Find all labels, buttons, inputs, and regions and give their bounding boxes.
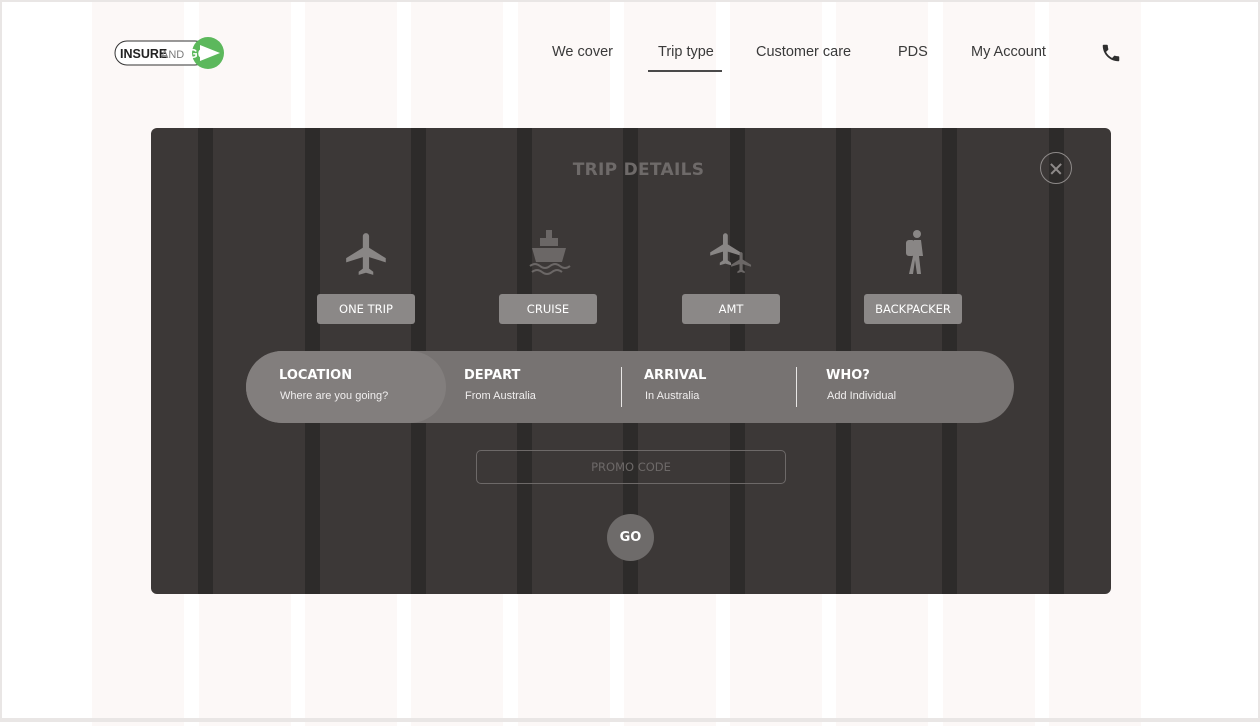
- modal-grid-stripe: [1049, 128, 1064, 594]
- close-icon[interactable]: [1040, 152, 1072, 184]
- phone-icon[interactable]: [1100, 42, 1122, 64]
- backpacker-icon: [889, 228, 939, 280]
- arrival-field[interactable]: ARRIVAL In Australia: [638, 351, 788, 423]
- trip-type-amt[interactable]: AMT: [682, 228, 780, 324]
- trip-details-modal: TRIP DETAILS ONE TRIP CRUISE AMT BACKPAC…: [151, 128, 1111, 594]
- multi-airplane-icon: [707, 228, 757, 280]
- depart-label: DEPART: [464, 368, 521, 383]
- segment-divider: [796, 367, 797, 407]
- main-nav: We cover Trip type Customer care PDS My …: [0, 44, 1260, 74]
- nav-we-cover[interactable]: We cover: [552, 44, 613, 72]
- arrival-value: In Australia: [645, 390, 700, 402]
- depart-value: From Australia: [465, 390, 536, 402]
- trip-type-backpacker[interactable]: BACKPACKER: [864, 228, 962, 324]
- who-field[interactable]: WHO? Add Individual: [820, 351, 990, 423]
- location-label: LOCATION: [279, 368, 353, 383]
- trip-search-bar: LOCATION Where are you going? DEPART Fro…: [246, 351, 1014, 423]
- nav-trip-type[interactable]: Trip type: [648, 44, 722, 72]
- backpacker-button[interactable]: BACKPACKER: [864, 294, 962, 324]
- modal-title: TRIP DETAILS: [572, 160, 705, 180]
- trip-type-cruise[interactable]: CRUISE: [499, 228, 597, 324]
- who-label: WHO?: [826, 368, 870, 383]
- arrival-label: ARRIVAL: [644, 368, 707, 383]
- modal-grid-stripe: [198, 128, 213, 594]
- promo-code-input[interactable]: [476, 450, 786, 484]
- location-field[interactable]: LOCATION Where are you going?: [246, 351, 446, 423]
- trip-type-one-trip[interactable]: ONE TRIP: [317, 228, 415, 324]
- location-placeholder: Where are you going?: [280, 390, 389, 402]
- one-trip-button[interactable]: ONE TRIP: [317, 294, 415, 324]
- amt-button[interactable]: AMT: [682, 294, 780, 324]
- segment-divider: [621, 367, 622, 407]
- nav-my-account[interactable]: My Account: [971, 44, 1046, 72]
- nav-customer-care[interactable]: Customer care: [756, 44, 851, 72]
- airplane-icon: [342, 228, 392, 280]
- cruise-button[interactable]: CRUISE: [499, 294, 597, 324]
- ship-icon: [524, 228, 574, 280]
- nav-pds[interactable]: PDS: [898, 44, 928, 72]
- go-button[interactable]: GO: [607, 514, 654, 561]
- depart-field[interactable]: DEPART From Australia: [458, 351, 618, 423]
- who-value: Add Individual: [827, 390, 897, 402]
